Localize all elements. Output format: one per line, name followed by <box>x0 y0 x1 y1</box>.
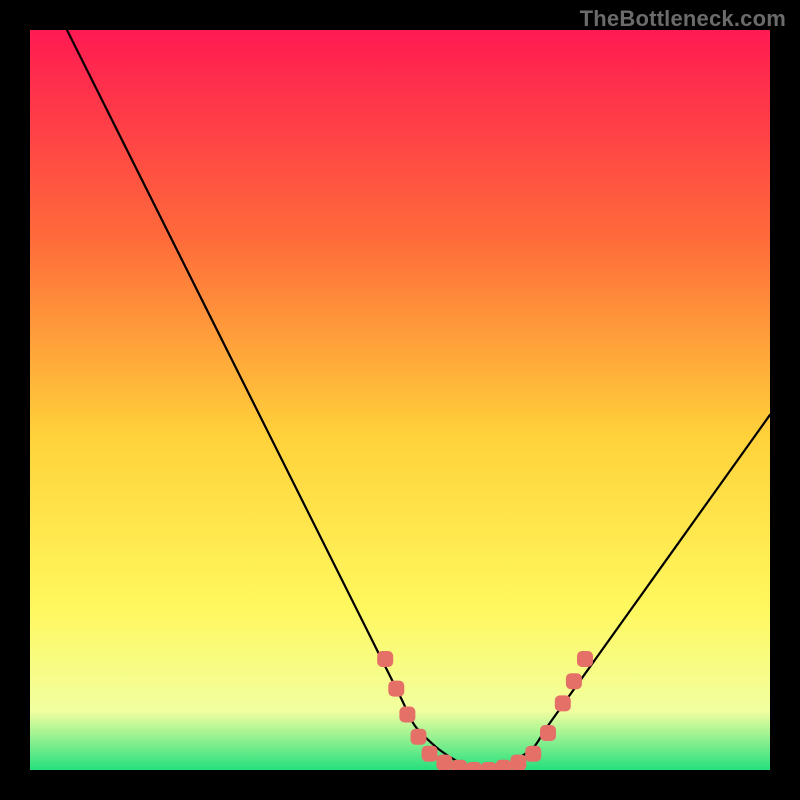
data-marker <box>388 681 404 697</box>
data-marker <box>411 729 427 745</box>
data-marker <box>451 760 467 770</box>
data-marker <box>540 725 556 741</box>
data-marker <box>399 707 415 723</box>
data-marker <box>577 651 593 667</box>
data-marker <box>436 755 452 770</box>
data-marker <box>377 651 393 667</box>
plot-area <box>30 30 770 770</box>
data-marker <box>481 762 497 770</box>
data-marker <box>525 746 541 762</box>
data-marker <box>566 673 582 689</box>
data-marker <box>510 755 526 770</box>
watermark: TheBottleneck.com <box>580 6 786 32</box>
data-marker <box>555 695 571 711</box>
data-marker <box>422 746 438 762</box>
chart-svg <box>30 30 770 770</box>
data-marker <box>466 762 482 770</box>
data-marker <box>496 760 512 770</box>
chart-container: TheBottleneck.com <box>0 0 800 800</box>
data-markers <box>377 651 593 770</box>
bottleneck-curve <box>30 30 770 770</box>
